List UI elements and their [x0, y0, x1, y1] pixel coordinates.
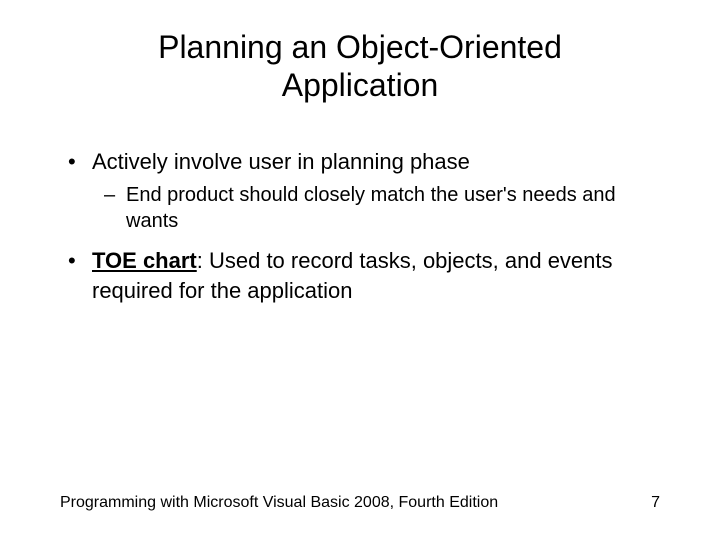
page-number: 7 [651, 494, 660, 512]
bullet-lead-term: TOE chart [92, 248, 197, 273]
slide: Planning an Object-Oriented Application … [0, 0, 720, 540]
slide-content: Actively involve user in planning phase … [60, 147, 660, 306]
footer-left-text: Programming with Microsoft Visual Basic … [60, 494, 498, 512]
bullet-level1: Actively involve user in planning phase [68, 147, 660, 177]
bullet-level2: End product should closely match the use… [104, 182, 660, 234]
slide-footer: Programming with Microsoft Visual Basic … [60, 494, 660, 512]
bullet-level1: TOE chart: Used to record tasks, objects… [68, 246, 660, 305]
slide-title: Planning an Object-Oriented Application [60, 28, 660, 105]
